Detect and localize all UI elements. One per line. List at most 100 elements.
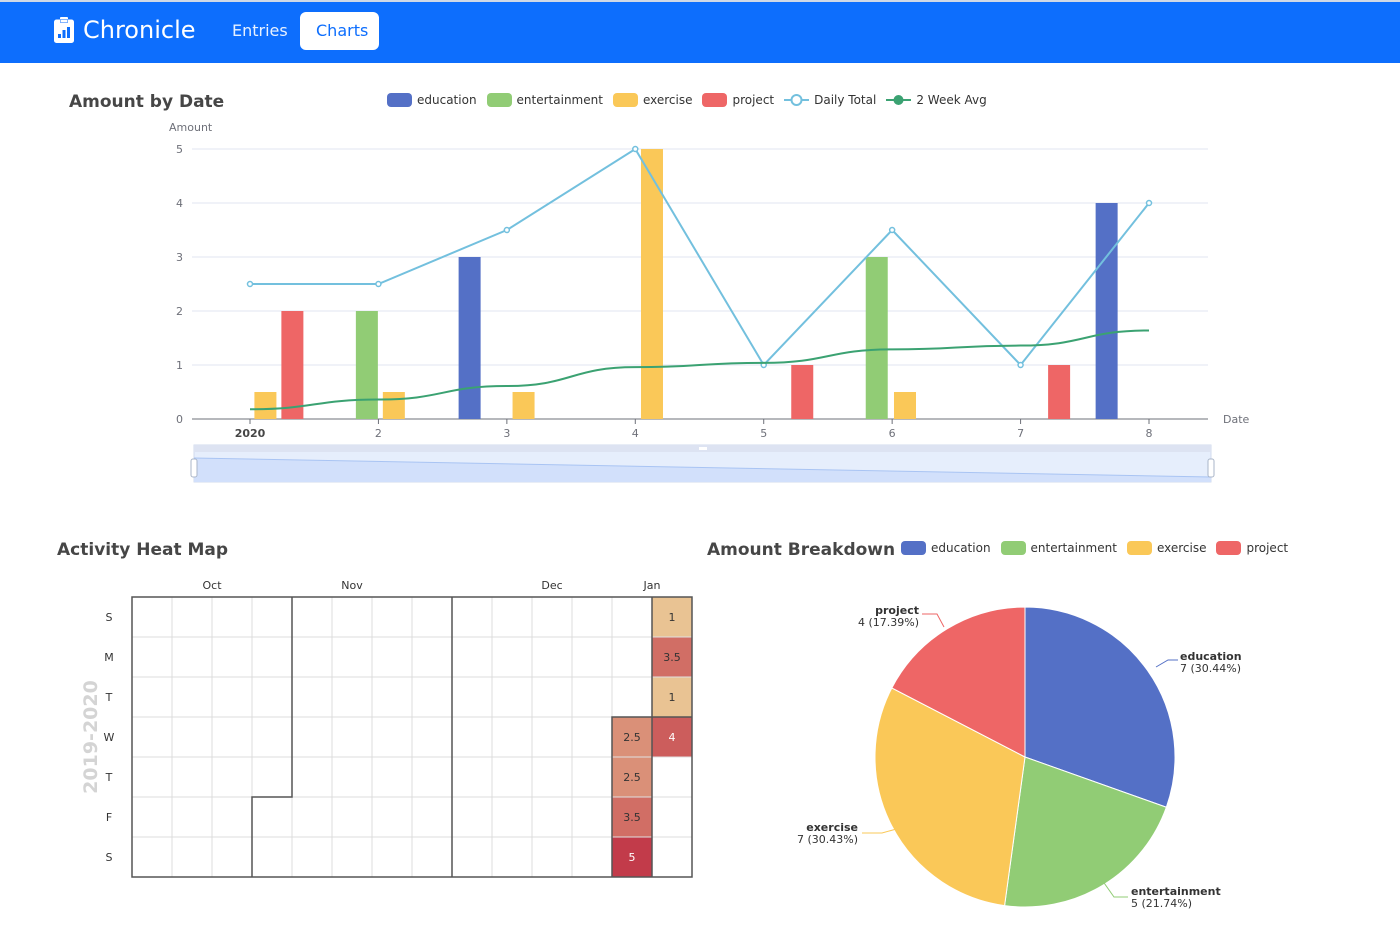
nav-entries[interactable]: Entries [216,12,304,50]
heatmap-cell [211,796,253,838]
heatmap-cell [371,716,413,758]
brand[interactable]: Chronicle [54,16,196,44]
heatmap-cell [331,796,373,838]
pie-label-value: 5 (21.74%) [1131,897,1192,910]
y-tick-label: 1 [176,359,183,372]
heatmap-cell [171,596,213,638]
bar-exercise [512,392,535,419]
heatmap-cell [651,836,693,878]
heatmap-cell [331,756,373,798]
heatmap-cell [251,636,293,678]
heatmap-cell [211,676,253,718]
legend-item-project[interactable]: project [702,93,774,107]
pie-legend-item-project[interactable]: project [1216,541,1288,555]
heatmap-cell [331,596,373,638]
day-label: S [106,851,113,864]
heatmap-cell [491,636,533,678]
pie-legend-item-exercise[interactable]: exercise [1126,541,1207,555]
bar-exercise [254,392,277,419]
heatmap-cell [571,596,613,638]
data-zoom-drag-grip[interactable] [699,447,707,450]
two-week-avg-line-icon [886,95,912,105]
heatmap-cell [291,636,333,678]
legend-label: 2 Week Avg [916,93,987,107]
y-axis-label: Amount [169,121,213,134]
heatmap-cell [251,836,293,878]
x-tick-label: 5 [760,427,767,440]
pie-label-value: 7 (30.43%) [797,833,858,846]
heatmap-cell-value: 1 [669,691,676,704]
legend-label: education [417,93,477,107]
heatmap-cell-value: 1 [669,611,676,624]
data-zoom-handle-left[interactable] [190,458,198,478]
amount-by-date-title: Amount by Date [69,92,225,112]
day-label: T [105,771,113,784]
legend-label: project [1246,541,1289,555]
month-label: Nov [341,579,363,592]
activity-heat-map-chart: Oct Nov Dec Jan S M T W T F S 2019-2020 2.5 2.5 3.5 5 1 3… [80,579,693,878]
daily-total-point [888,226,896,234]
heatmap-cell-value: 2.5 [623,731,641,744]
month-label: Oct [202,579,222,592]
heatmap-cell [291,596,333,638]
bar-education [1095,203,1118,419]
pie-legend-item-education[interactable]: education [901,541,991,555]
legend-label: exercise [1156,541,1207,555]
amount-breakdown-title: Amount Breakdown [707,540,896,560]
entertainment-swatch [1000,541,1026,555]
heatmap-cell [331,676,373,718]
heatmap-cell [371,596,413,638]
heatmap-cell [611,676,653,718]
month-label: Jan [643,579,661,592]
heatmap-cell [411,676,453,718]
bar-project [1048,365,1071,419]
pie-legend-item-entertainment[interactable]: entertainment [1000,541,1117,555]
bar-entertainment [355,311,378,419]
year-range-label: 2019-2020 [80,680,102,794]
heatmap-cell [611,636,653,678]
heatmap-cell [131,596,173,638]
heatmap-cell [251,796,293,838]
heatmap-cell [291,756,333,798]
day-label: W [104,731,115,744]
entertainment-swatch [486,93,512,107]
heatmap-cell [131,756,173,798]
x-tick-label: 8 [1146,427,1153,440]
day-label: T [105,691,113,704]
heatmap-cell [531,716,573,758]
heatmap-cell [411,756,453,798]
pie-label-line [1155,659,1178,668]
legend-item-exercise[interactable]: exercise [612,93,692,107]
pie-label-line [922,613,945,628]
heatmap-cell [331,836,373,878]
heatmap-cell [371,836,413,878]
legend-item-daily-total[interactable]: Daily Total [784,93,876,107]
daily-total-point [1145,199,1153,207]
heatmap-cell [251,596,293,638]
legend-item-entertainment[interactable]: entertainment [486,93,603,107]
heatmap-cell [531,676,573,718]
legend-item-education[interactable]: education [387,93,477,107]
brand-name: Chronicle [83,16,196,44]
x-tick-label: 2 [375,427,382,440]
heatmap-cell [291,676,333,718]
legend-label: project [732,93,775,107]
heatmap-cell [291,796,333,838]
heatmap-cell [131,636,173,678]
heatmap-cell [171,636,213,678]
y-tick-label: 5 [176,143,183,156]
data-zoom-handle-right[interactable] [1207,458,1215,478]
x-axis-label: Date [1223,413,1250,426]
amount-breakdown-chart: education7 (30.44%)entertainment5 (21.74… [797,604,1242,910]
heatmap-cell [331,636,373,678]
heatmap-cell [211,716,253,758]
activity-heat-map-title: Activity Heat Map [57,540,229,560]
heatmap-cell [371,676,413,718]
heatmap-cell [491,716,533,758]
nav-charts[interactable]: Charts [300,12,379,50]
education-swatch [387,93,412,107]
heatmap-cell [251,676,293,718]
legend-item-2-week-avg[interactable]: 2 Week Avg [886,93,987,107]
heatmap-cell [531,796,573,838]
daily-total-point [375,280,382,288]
